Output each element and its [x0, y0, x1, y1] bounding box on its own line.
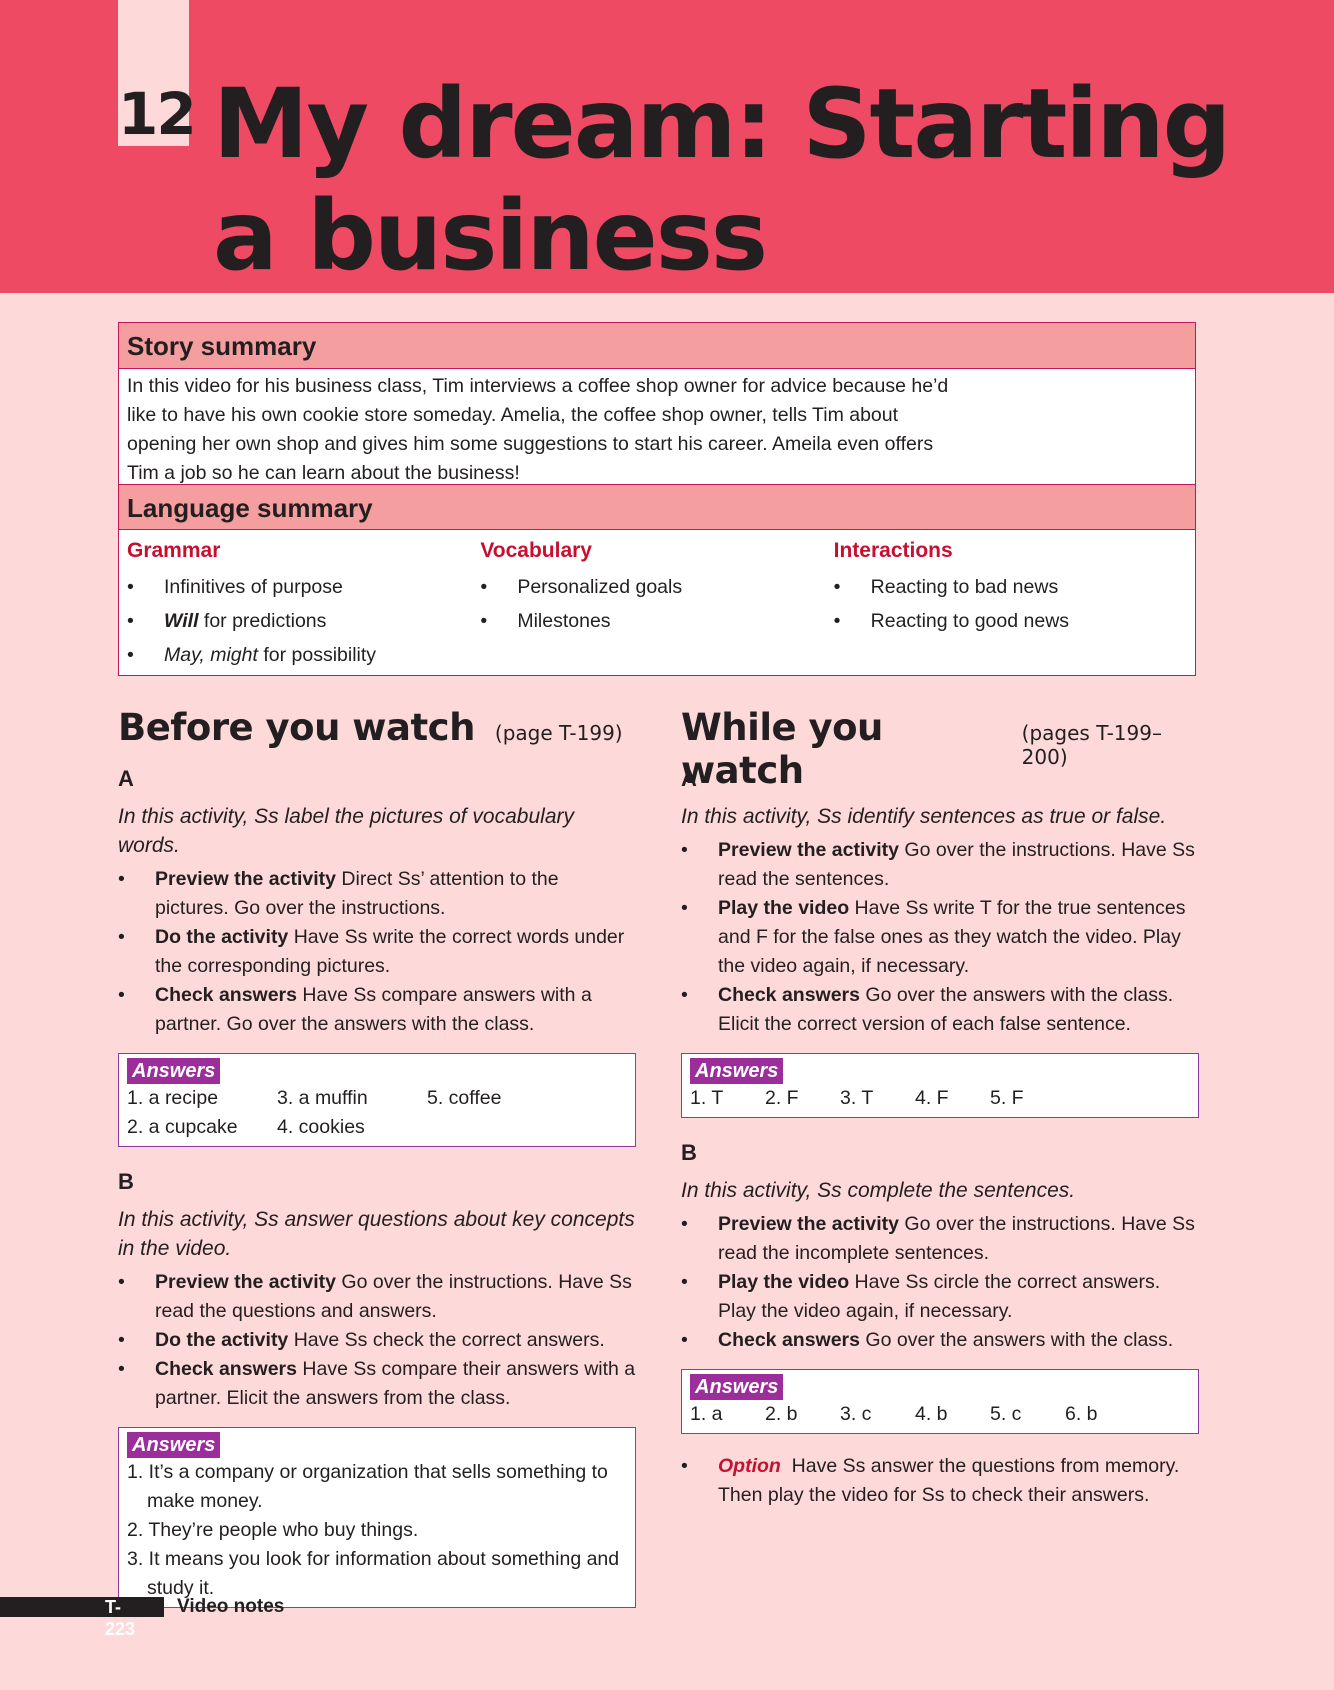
list-item: Preview the activity Go over the instruc… [681, 1210, 1199, 1268]
list-item: Preview the activity Go over the instruc… [118, 1268, 636, 1326]
answers-box: Answers 1. It’s a company or organizatio… [118, 1427, 636, 1608]
answers-label: Answers [127, 1058, 221, 1084]
footer-bar [0, 1597, 164, 1617]
grammar-heading: Grammar [127, 539, 221, 562]
unit-title: My dream: Starting a business [213, 68, 1231, 292]
list-item: Milestones [480, 604, 833, 638]
summary-box: Story summary In this video for his busi… [118, 322, 1196, 676]
list-item: Check answers Go over the answers with t… [681, 981, 1199, 1039]
list-item: May, might for possibility [127, 638, 480, 672]
section-title: Before you watch (page T-199) [118, 706, 623, 749]
list-item: Preview the activity Go over the instruc… [681, 836, 1199, 894]
footer-label: Video notes [177, 1596, 285, 1617]
list-item: Check answers Have Ss compare answers wi… [118, 981, 636, 1039]
activity-steps: Preview the activity Go over the instruc… [681, 1210, 1199, 1355]
answers-label: Answers [690, 1374, 784, 1400]
answers-label: Answers [127, 1432, 221, 1458]
story-summary-heading: Story summary [119, 323, 1195, 369]
list-item: Infinitives of purpose [127, 570, 480, 604]
unit-number: 12 [118, 80, 197, 148]
list-item: Option Have Ss answer the questions from… [681, 1452, 1199, 1510]
answers-label: Answers [690, 1058, 784, 1084]
list-item: Check answers Go over the answers with t… [681, 1326, 1199, 1355]
activity-intro: In this activity, Ss answer questions ab… [118, 1208, 635, 1260]
interactions-list: Reacting to bad news Reacting to good ne… [834, 570, 1187, 638]
section-title: While you watch (pages T-199–200) [681, 706, 1162, 792]
activity-letter: B [118, 1169, 134, 1194]
list-item: Play the video Have Ss circle the correc… [681, 1268, 1199, 1326]
activity-intro: In this activity, Ss label the pictures … [118, 805, 574, 857]
grammar-column: Grammar Infinitives of purpose Will for … [127, 536, 480, 672]
list-item: Will for predictions [127, 604, 480, 638]
list-item: Reacting to good news [834, 604, 1187, 638]
answers-box: Answers 1. T 2. F 3. T 4. F 5. F [681, 1053, 1199, 1118]
language-summary-columns: Grammar Infinitives of purpose Will for … [119, 530, 1195, 672]
activity-steps: Preview the activity Direct Ss’ attentio… [118, 865, 636, 1039]
interactions-column: Interactions Reacting to bad news Reacti… [834, 536, 1187, 672]
vocabulary-list: Personalized goals Milestones [480, 570, 833, 638]
vocabulary-heading: Vocabulary [480, 539, 592, 562]
answers-box: Answers 1. a recipe 3. a muffin 5. coffee … [118, 1053, 636, 1147]
answers-box: Answers 1. a 2. b 3. c 4. b 5. c 6. b [681, 1369, 1199, 1434]
activity-letter: A [118, 766, 134, 791]
list-item: Do the activity Have Ss check the correc… [118, 1326, 636, 1355]
activity-steps: Preview the activity Go over the instruc… [681, 836, 1199, 1039]
activity-steps: Preview the activity Go over the instruc… [118, 1268, 636, 1413]
activity-intro: In this activity, Ss complete the senten… [681, 1179, 1076, 1202]
vocabulary-column: Vocabulary Personalized goals Milestones [480, 536, 833, 672]
answers-grid: 1. T 2. F 3. T 4. F 5. F [690, 1087, 1024, 1109]
page-number: T-223 [105, 1597, 136, 1639]
activity-intro: In this activity, Ss identify sentences … [681, 805, 1167, 828]
option-note: Option Have Ss answer the questions from… [681, 1452, 1199, 1510]
answers-grid: 1. a recipe 3. a muffin 5. coffee 2. a cup… [127, 1087, 502, 1138]
list-item: Personalized goals [480, 570, 833, 604]
language-summary-heading: Language summary [119, 484, 1195, 530]
answers-list: 1. It’s a company or organization that s… [127, 1461, 620, 1599]
activity-letter: B [681, 1140, 697, 1165]
list-item: Reacting to bad news [834, 570, 1187, 604]
while-you-watch-section: While you watch (pages T-199–200) A In th… [681, 706, 1199, 1510]
answers-grid: 1. a 2. b 3. c 4. b 5. c 6. b [690, 1403, 1098, 1425]
before-you-watch-section: Before you watch (page T-199) A In this a… [118, 706, 636, 1626]
list-item: Check answers Have Ss compare their answ… [118, 1355, 636, 1413]
story-summary-text: In this video for his business class, Ti… [127, 375, 949, 484]
list-item: Do the activity Have Ss write the correc… [118, 923, 636, 981]
grammar-list: Infinitives of purpose Will for predicti… [127, 570, 480, 672]
list-item: Preview the activity Direct Ss’ attentio… [118, 865, 636, 923]
list-item: Play the video Have Ss write T for the t… [681, 894, 1199, 981]
interactions-heading: Interactions [833, 539, 953, 562]
